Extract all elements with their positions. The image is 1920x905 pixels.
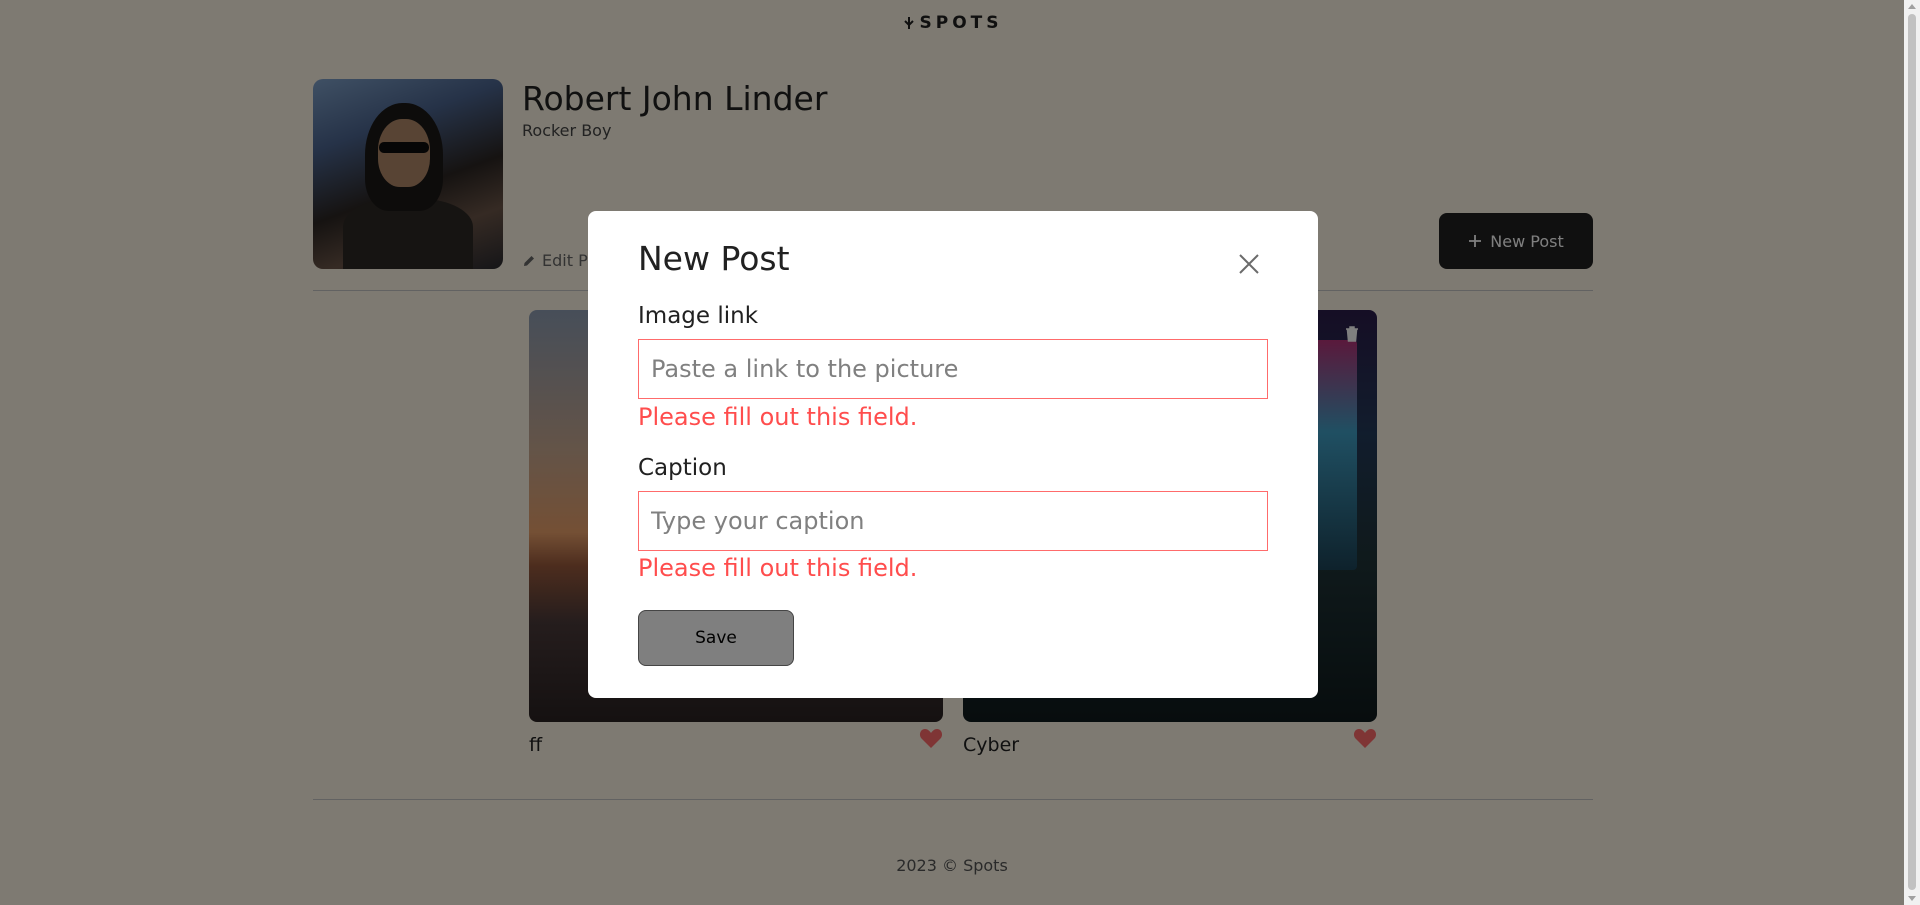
close-button[interactable] <box>1236 251 1262 277</box>
scroll-up-arrow-icon[interactable] <box>1908 4 1916 9</box>
close-icon <box>1239 254 1259 274</box>
image-link-input[interactable] <box>638 339 1268 399</box>
scroll-down-arrow-icon[interactable] <box>1908 896 1916 901</box>
save-button[interactable]: Save <box>638 610 794 666</box>
modal-title: New Post <box>638 239 790 278</box>
new-post-modal: New Post Image link Please fill out this… <box>588 211 1318 698</box>
caption-label: Caption <box>638 455 727 481</box>
image-link-label: Image link <box>638 303 759 329</box>
caption-error: Please fill out this field. <box>638 554 918 582</box>
scrollbar[interactable] <box>1904 0 1920 905</box>
caption-input[interactable] <box>638 491 1268 551</box>
scroll-thumb[interactable] <box>1908 14 1916 890</box>
image-link-error: Please fill out this field. <box>638 403 918 431</box>
